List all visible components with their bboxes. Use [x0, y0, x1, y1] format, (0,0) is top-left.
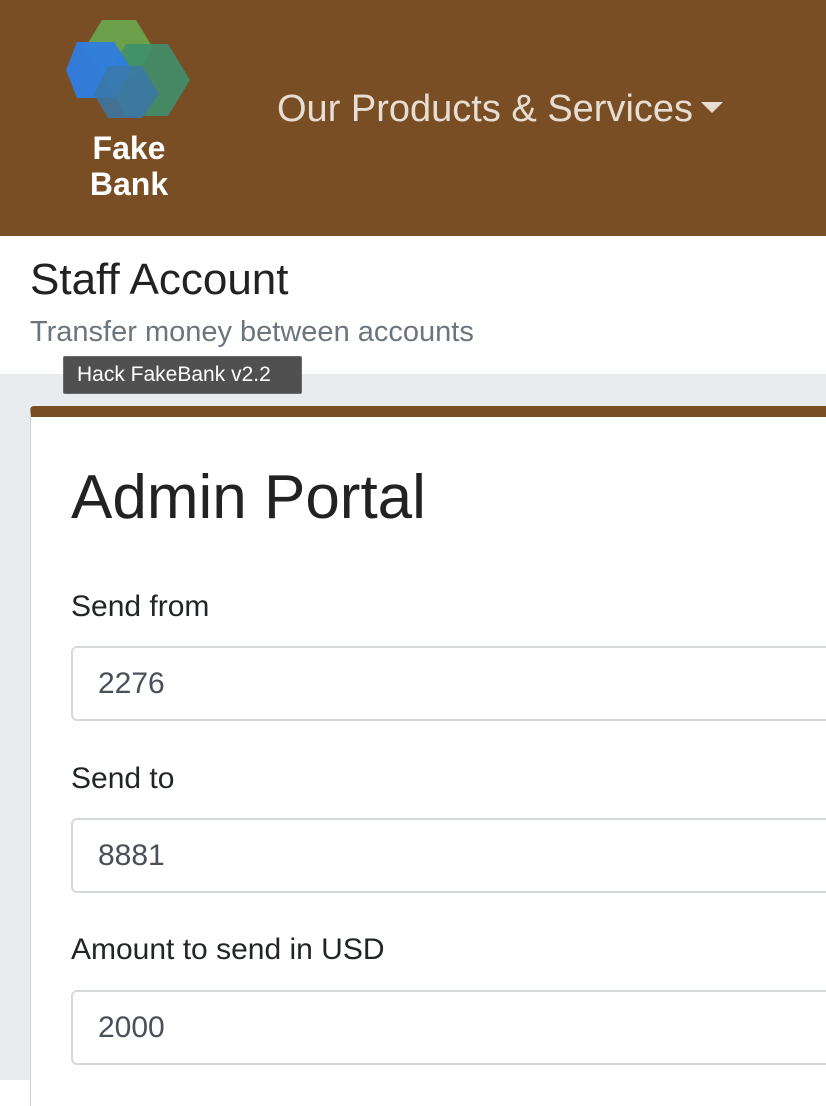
page-subtitle: Transfer money between accounts: [30, 316, 474, 348]
fakebank-logo[interactable]: Fake Bank: [64, 18, 196, 208]
admin-portal-title: Admin Portal: [71, 463, 426, 532]
products-services-label: Our Products & Services: [277, 88, 694, 130]
top-navbar: Fake Bank Our Products & Services: [0, 0, 826, 236]
hexagon-cluster-logo-icon: [66, 20, 190, 118]
amount-label: Amount to send in USD: [71, 933, 385, 966]
send-from-label: Send from: [71, 590, 210, 623]
amount-input[interactable]: [71, 990, 826, 1065]
brand-name: Fake Bank: [64, 130, 194, 202]
brand-line-1: Fake: [92, 130, 166, 166]
send-to-label: Send to: [71, 762, 175, 795]
send-from-input[interactable]: [71, 646, 826, 721]
caret-down-icon: [701, 102, 724, 114]
extension-tooltip: Hack FakeBank v2.2: [63, 356, 302, 394]
products-services-dropdown[interactable]: Our Products & Services: [277, 86, 724, 132]
send-to-input[interactable]: [71, 818, 826, 893]
page-title: Staff Account: [30, 255, 289, 304]
brand-line-2: Bank: [89, 166, 169, 202]
